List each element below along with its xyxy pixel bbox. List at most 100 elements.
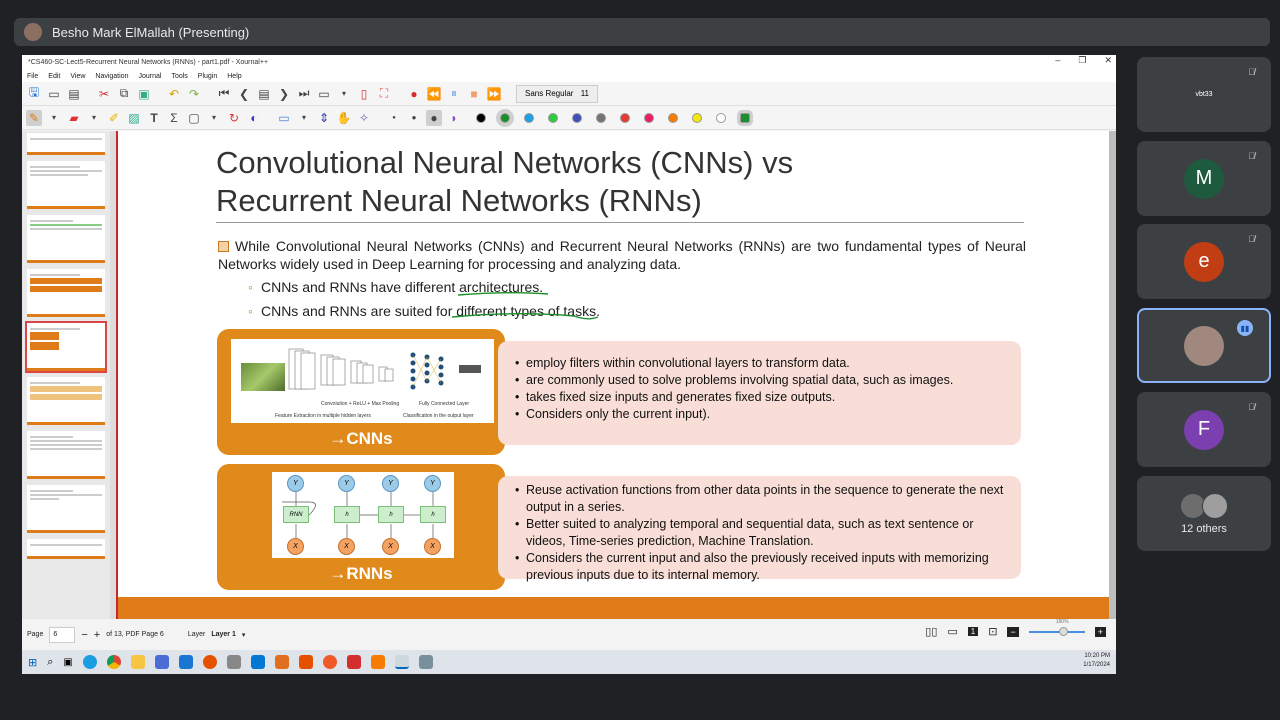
app-icon[interactable] [226, 655, 241, 669]
fine-size-icon[interactable]: ● [386, 110, 402, 126]
app-icon[interactable] [202, 655, 217, 669]
page-thumb[interactable] [27, 161, 105, 209]
acrobat-icon[interactable] [346, 655, 361, 669]
medium-size-icon[interactable]: ● [406, 110, 422, 126]
menu-edit[interactable]: Edit [48, 73, 60, 80]
xournal-icon[interactable] [394, 655, 409, 669]
pen-color-swatch[interactable] [476, 112, 486, 123]
page-canvas[interactable]: Convolutional Neural Networks (CNNs) vs … [116, 131, 1116, 619]
page-number-input[interactable]: 6 [49, 626, 76, 643]
two-pages-icon[interactable]: ▯▯ [925, 625, 937, 638]
next-page-icon[interactable]: ❯ [276, 86, 292, 102]
stop-icon[interactable]: ■ [466, 86, 482, 102]
first-page-icon[interactable]: ⏮ [216, 86, 232, 102]
chrome-icon[interactable] [106, 655, 121, 669]
chevron-down-icon[interactable]: ▾ [206, 110, 222, 126]
shape-icon[interactable]: ▢ [186, 110, 202, 126]
zoom-slider[interactable]: 180% [1028, 619, 1085, 636]
presentation-icon[interactable]: ▭ [947, 625, 957, 638]
participant-tile-speaking[interactable]: ▮▮ [1137, 308, 1271, 383]
pen-color-swatch[interactable] [620, 112, 630, 123]
chevron-down-icon[interactable]: ▾ [296, 110, 312, 126]
record-icon[interactable]: ● [406, 86, 422, 102]
pen-color-swatch[interactable] [644, 112, 654, 123]
zoom-slider-handle[interactable] [1058, 626, 1068, 636]
chevron-down-icon[interactable]: ▾ [46, 110, 62, 126]
edge-icon[interactable] [82, 655, 97, 669]
zoom-out-icon[interactable]: − [1007, 626, 1019, 637]
last-page-icon[interactable]: ⏭ [296, 86, 312, 102]
zoom-in-icon[interactable]: + [1094, 626, 1106, 637]
page-thumb-current[interactable] [25, 321, 107, 373]
store-icon[interactable] [154, 655, 169, 669]
save-icon[interactable]: 🖫 [26, 85, 42, 102]
open-icon[interactable]: ▤ [66, 86, 82, 102]
pen-icon[interactable]: ✎ [26, 109, 42, 126]
redo-icon[interactable]: ↷ [186, 86, 202, 102]
app-icon[interactable] [418, 655, 433, 669]
vlc-icon[interactable] [370, 655, 385, 669]
text-tool-icon[interactable]: T [146, 110, 162, 126]
cut-icon[interactable]: ✂ [96, 86, 112, 102]
pen-color-swatch[interactable] [668, 112, 678, 123]
pen-color-swatch[interactable] [496, 108, 514, 127]
menu-help[interactable]: Help [227, 73, 241, 80]
pen-color-swatch[interactable] [737, 109, 753, 126]
menu-file[interactable]: File [27, 73, 38, 80]
menu-navigation[interactable]: Navigation [95, 73, 128, 80]
fullscreen-icon[interactable]: ⛶ [376, 86, 392, 102]
copy-icon[interactable]: ⧉ [116, 86, 132, 102]
menu-view[interactable]: View [70, 73, 85, 80]
page-decrement-button[interactable]: − [81, 629, 87, 641]
page-thumb[interactable] [27, 431, 105, 479]
color-picker-icon[interactable]: ◐ [246, 110, 262, 126]
pen-color-swatch[interactable] [548, 112, 558, 123]
others-tile[interactable]: 12 others [1137, 476, 1271, 551]
paste-icon[interactable]: ▣ [136, 86, 152, 102]
hand-icon[interactable]: ✋ [336, 110, 352, 126]
app-icon[interactable] [298, 655, 313, 669]
menu-journal[interactable]: Journal [138, 73, 161, 80]
delete-page-icon[interactable]: ▯ [356, 86, 372, 102]
participant-tile[interactable]: 🎙̸ M [1137, 141, 1271, 216]
chevron-down-icon[interactable]: ▾ [86, 110, 102, 126]
maximize-icon[interactable]: ❐ [1078, 55, 1086, 66]
image-icon[interactable]: ▨ [126, 110, 142, 126]
pen-color-swatch[interactable] [716, 112, 726, 123]
insert-page-icon[interactable]: ▭ [316, 86, 332, 102]
mail-icon[interactable] [178, 655, 193, 669]
task-view-icon[interactable]: ▣ [63, 657, 72, 668]
page-thumb[interactable] [27, 485, 105, 533]
page-thumb[interactable] [27, 539, 105, 559]
app-icon[interactable] [322, 655, 337, 669]
minimize-icon[interactable]: – [1055, 55, 1060, 66]
system-clock[interactable]: 10:20 PM 1/17/2024 [1083, 652, 1110, 670]
participant-tile[interactable]: 🎙̸ vbt33 [1137, 57, 1271, 132]
app-icon[interactable] [274, 655, 289, 669]
layer-selector[interactable]: Layer 1 [211, 631, 236, 638]
zoom-fit-icon[interactable]: ⊡ [988, 625, 997, 638]
new-page-icon[interactable]: ▭ [46, 86, 62, 102]
page-thumb[interactable] [27, 269, 105, 317]
vscode-icon[interactable] [250, 655, 265, 669]
zoom-100-icon[interactable]: 1 [967, 627, 979, 636]
chevron-down-icon[interactable]: ▾ [336, 86, 352, 102]
chevron-down-icon[interactable]: ▾ [242, 631, 246, 639]
forward-icon[interactable]: ⏩ [486, 86, 502, 102]
page-thumb[interactable] [27, 377, 105, 425]
eraser-icon[interactable]: ▰ [66, 110, 82, 126]
close-icon[interactable]: ✕ [1104, 55, 1112, 66]
vertical-space-icon[interactable]: ⇕ [316, 110, 332, 126]
menu-tools[interactable]: Tools [171, 73, 187, 80]
thick-size-icon[interactable]: ● [426, 109, 442, 126]
fill-icon[interactable]: ◗ [446, 110, 462, 126]
undo-icon[interactable]: ↶ [166, 86, 182, 102]
highlighter-icon[interactable]: ✐ [106, 110, 122, 126]
search-icon[interactable]: ⌕ [47, 656, 53, 669]
menu-plugin[interactable]: Plugin [198, 73, 217, 80]
font-selector[interactable]: Sans Regular 11 [516, 84, 598, 103]
windows-start-icon[interactable]: ⊞ [28, 656, 37, 669]
goto-page-icon[interactable]: ▤ [256, 86, 272, 102]
explorer-icon[interactable] [130, 655, 145, 669]
formula-icon[interactable]: Σ [166, 110, 182, 126]
